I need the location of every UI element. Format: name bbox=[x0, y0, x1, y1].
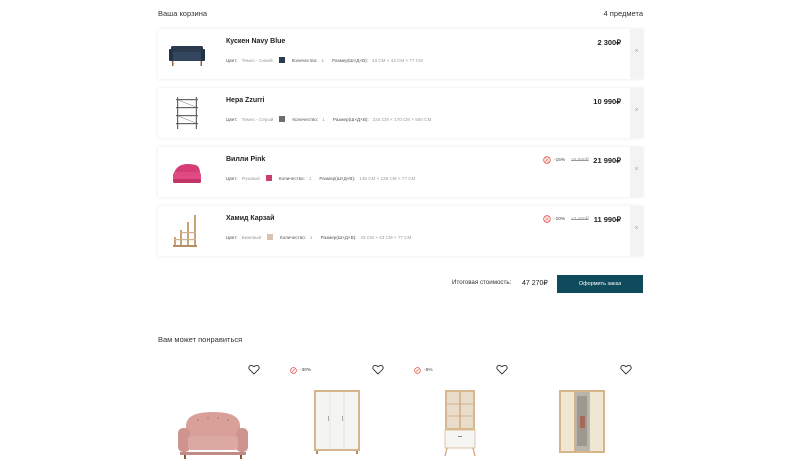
heart-icon[interactable] bbox=[620, 364, 632, 375]
close-icon[interactable]: × bbox=[630, 225, 643, 232]
size-value: 43 СМ × 43 СМ × 77 СМ bbox=[371, 57, 423, 63]
remove-item-button[interactable]: × bbox=[630, 206, 643, 256]
size-value: 234 СМ × 170 СМ × 500 СМ bbox=[372, 116, 432, 122]
size-label: Размер(Ш×Д×В): bbox=[320, 234, 357, 240]
ladder-shelf-icon bbox=[173, 215, 197, 247]
quantity-label: Количество: bbox=[280, 234, 306, 240]
cart-header: Ваша корзина 4 предмета bbox=[158, 9, 643, 21]
cart-item: Нера Zzurri Цвет: Темно - Серый Количест… bbox=[158, 88, 643, 138]
item-price: 11 990₽ bbox=[593, 215, 621, 224]
color-label: Цвет: bbox=[226, 175, 238, 181]
discount-badge-icon bbox=[290, 366, 297, 374]
item-price: 2 300₽ bbox=[597, 38, 621, 47]
color-label: Цвет: bbox=[226, 234, 238, 240]
item-price: 21 990₽ bbox=[593, 156, 621, 165]
product-card[interactable]: -30% bbox=[282, 360, 392, 467]
item-price: 10 990₽ bbox=[593, 97, 621, 106]
color-value: Темно - Синий bbox=[241, 57, 273, 63]
recommendations-title: Вам может понравиться bbox=[158, 335, 243, 344]
quantity-label: Количество: bbox=[292, 116, 319, 122]
remove-item-button[interactable]: × bbox=[630, 147, 643, 197]
total-value: 47 270₽ bbox=[522, 280, 548, 287]
quantity-value: 1 bbox=[321, 57, 325, 63]
display-cabinet-icon bbox=[444, 390, 476, 457]
color-swatch bbox=[279, 116, 286, 122]
sofa-navy-icon bbox=[169, 46, 205, 66]
color-swatch bbox=[265, 175, 272, 181]
mirror-wardrobe-icon bbox=[559, 390, 605, 453]
shelf-icon bbox=[176, 97, 198, 129]
white-wardrobe-icon bbox=[314, 390, 360, 454]
product-card[interactable] bbox=[530, 360, 640, 467]
product-card[interactable]: -5% bbox=[406, 360, 516, 467]
item-specs: Цвет: Темно - Серый Количество: 1 Размер… bbox=[226, 115, 431, 123]
color-value: Темно - Серый bbox=[241, 116, 274, 122]
cart-title: Ваша корзина bbox=[158, 9, 208, 18]
product-card[interactable] bbox=[158, 360, 268, 467]
item-name[interactable]: Хамид Карзай bbox=[226, 215, 274, 222]
item-name[interactable]: Нера Zzurri bbox=[226, 97, 265, 104]
color-swatch bbox=[267, 234, 274, 240]
close-icon[interactable]: × bbox=[630, 107, 643, 114]
size-value: 43 СМ × 43 СМ × 77 СМ bbox=[360, 234, 412, 240]
old-price: 25 990₽ bbox=[571, 158, 589, 163]
old-price: 13 450₽ bbox=[571, 217, 589, 222]
heart-icon[interactable] bbox=[372, 364, 384, 375]
checkout-button[interactable]: Оформить заказ bbox=[557, 275, 643, 293]
total-label: Итоговая стоимость: bbox=[452, 279, 512, 286]
item-specs: Цвет: Темно - Синий Количество: 1 Размер… bbox=[226, 56, 423, 64]
discount-percent: -5% bbox=[424, 367, 433, 373]
color-value: Розовый bbox=[241, 175, 260, 181]
size-value: 145 СМ × 128 СМ × 77 СМ bbox=[359, 175, 416, 181]
remove-item-button[interactable]: × bbox=[630, 88, 643, 138]
discount-percent: -15% bbox=[554, 158, 566, 163]
discount-badge-icon bbox=[414, 366, 421, 374]
cart-item: Хамид Карзай Цвет: Бежевый Количество: 1… bbox=[158, 206, 643, 256]
size-label: Размер(Ш×Д×В): bbox=[332, 57, 368, 63]
color-value: Бежевый bbox=[241, 234, 262, 240]
quantity-label: Количество: bbox=[278, 175, 305, 181]
quantity-value: 1 bbox=[308, 175, 312, 181]
quantity-label: Количество: bbox=[291, 57, 318, 63]
item-specs: Цвет: Бежевый Количество: 1 Размер(Ш×Д×В… bbox=[226, 233, 411, 241]
pink-chair-icon bbox=[173, 164, 201, 183]
discount-percent: -30% bbox=[300, 367, 312, 373]
item-specs: Цвет: Розовый Количество: 1 Размер(Ш×Д×В… bbox=[226, 174, 415, 182]
remove-item-button[interactable]: × bbox=[630, 29, 643, 79]
item-name[interactable]: Кускен Navy Blue bbox=[226, 38, 285, 45]
heart-icon[interactable] bbox=[496, 364, 508, 375]
size-label: Размер(Ш×Д×В): bbox=[332, 116, 369, 122]
discount-badge-icon bbox=[543, 215, 551, 223]
item-name[interactable]: Вилли Pink bbox=[226, 156, 265, 163]
discount-badge: -30% bbox=[290, 366, 311, 374]
color-label: Цвет: bbox=[226, 116, 238, 122]
color-swatch bbox=[278, 57, 285, 63]
size-label: Размер(Ш×Д×В): bbox=[319, 175, 356, 181]
quantity-value: 1 bbox=[322, 116, 325, 122]
pink-sofa-icon bbox=[178, 412, 248, 459]
close-icon[interactable]: × bbox=[630, 166, 643, 173]
close-icon[interactable]: × bbox=[630, 48, 643, 55]
cart-item: Кускен Navy Blue Цвет: Темно - Синий Кол… bbox=[158, 29, 643, 79]
heart-icon[interactable] bbox=[248, 364, 260, 375]
cart-item: Вилли Pink Цвет: Розовый Количество: 1 Р… bbox=[158, 147, 643, 197]
discount-badge: -5% bbox=[414, 366, 433, 374]
cart-item-count: 4 предмета bbox=[603, 9, 643, 18]
discount-percent: -10% bbox=[554, 217, 566, 222]
color-label: Цвет: bbox=[226, 57, 238, 63]
discount-badge-icon bbox=[543, 156, 551, 164]
quantity-value: 1 bbox=[310, 234, 313, 240]
